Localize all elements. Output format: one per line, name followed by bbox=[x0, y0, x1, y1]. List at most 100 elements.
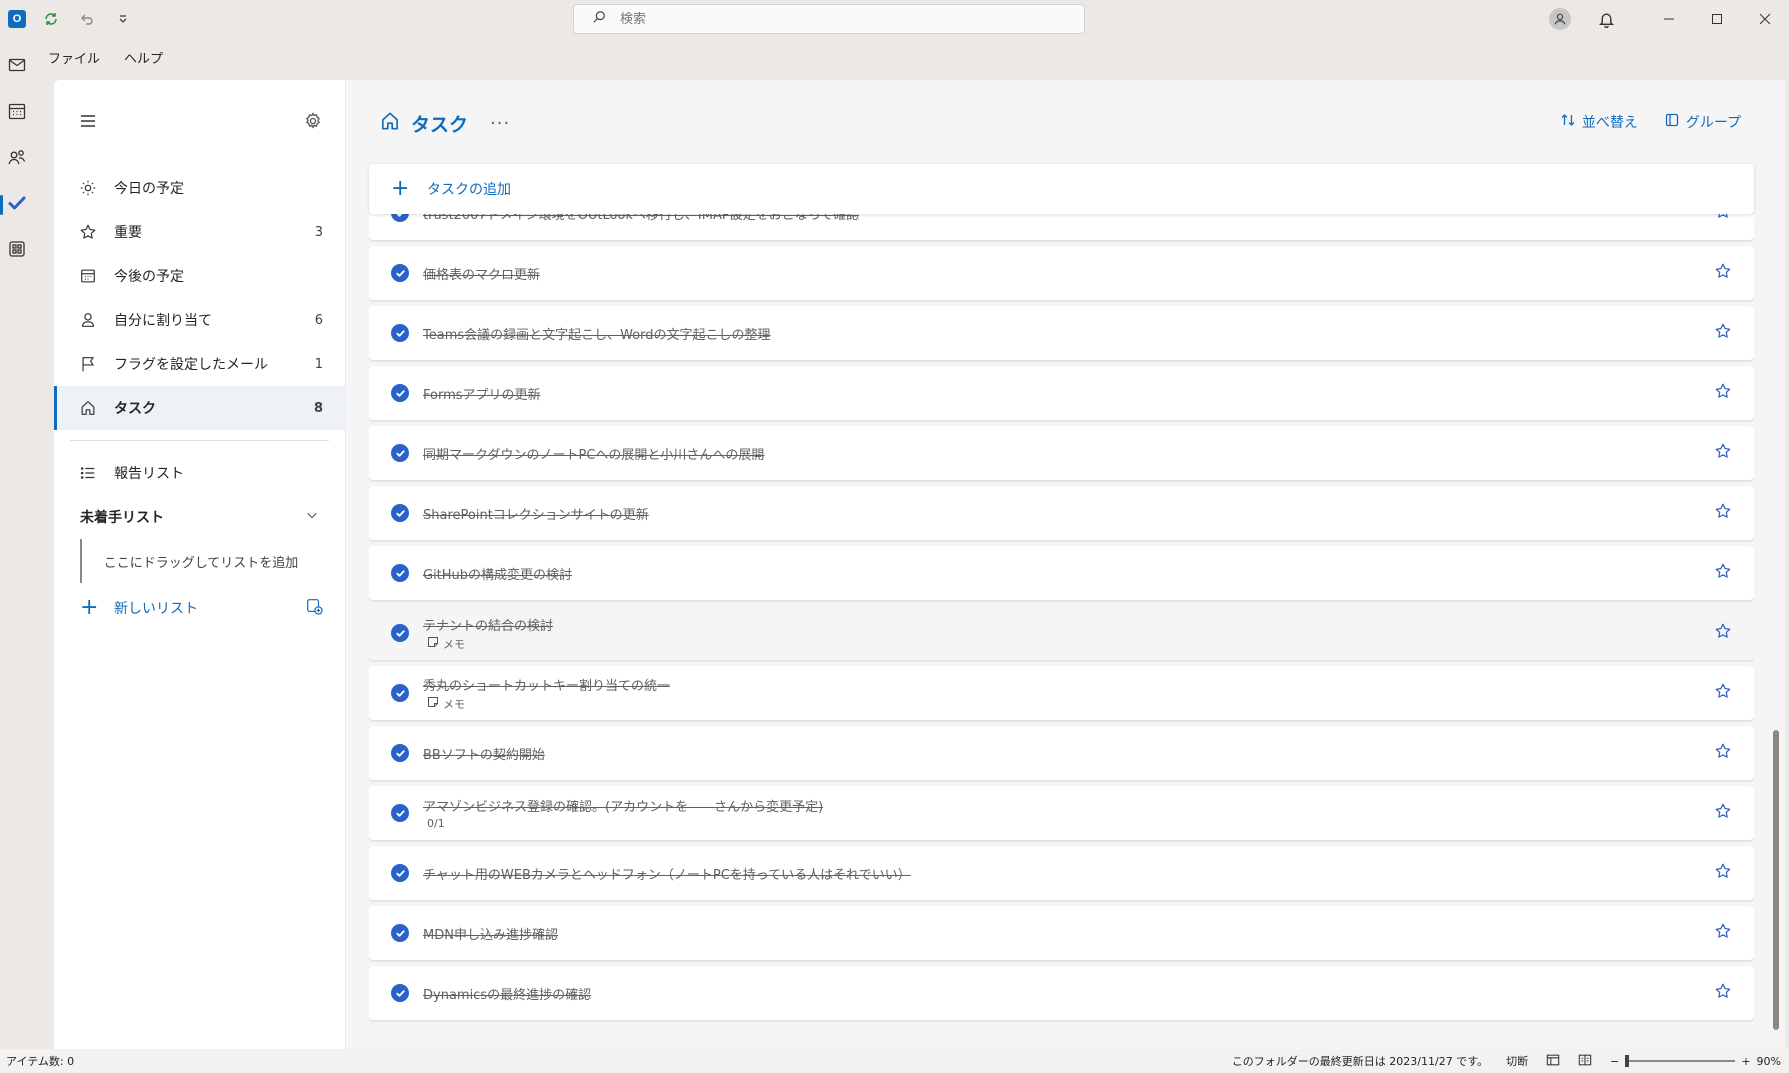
quick-access-dropdown-icon[interactable] bbox=[112, 8, 134, 30]
completed-checkmark-icon[interactable] bbox=[391, 804, 409, 822]
importance-star-icon[interactable] bbox=[1714, 382, 1732, 404]
zoom-out-button[interactable]: − bbox=[1610, 1055, 1619, 1068]
task-row[interactable]: テナントの結合の検討メモ bbox=[369, 606, 1754, 660]
task-meta: メモ bbox=[423, 696, 1714, 712]
completed-checkmark-icon[interactable] bbox=[391, 864, 409, 882]
importance-star-icon[interactable] bbox=[1714, 442, 1732, 464]
task-title: Formsアプリの更新 bbox=[423, 387, 541, 403]
task-row[interactable]: 価格表のマクロ更新 bbox=[369, 246, 1754, 300]
zoom-slider[interactable] bbox=[1625, 1055, 1736, 1067]
completed-checkmark-icon[interactable] bbox=[391, 384, 409, 402]
task-row[interactable]: trust2007ドメイン環境をOUtLookへ移行し、IMAP設定をおこなって… bbox=[369, 214, 1754, 240]
outlook-logo-icon: O bbox=[8, 10, 26, 28]
group-button[interactable]: グループ bbox=[1664, 112, 1741, 132]
settings-gear-icon[interactable] bbox=[303, 111, 323, 135]
task-meta: メモ bbox=[423, 636, 1714, 652]
sidebar-item-report-list[interactable]: 報告リスト bbox=[54, 451, 345, 495]
task-title: BBソフトの契約開始 bbox=[423, 747, 545, 763]
completed-checkmark-icon[interactable] bbox=[391, 324, 409, 342]
add-task-input[interactable]: + タスクの追加 bbox=[369, 164, 1754, 214]
importance-star-icon[interactable] bbox=[1714, 682, 1732, 704]
todo-check-icon bbox=[7, 193, 27, 217]
task-row[interactable]: 同期マークダウンのノートPCへの展開と小川さんへの展開 bbox=[369, 426, 1754, 480]
zoom-slider-thumb[interactable] bbox=[1625, 1055, 1630, 1067]
importance-star-icon[interactable] bbox=[1714, 622, 1732, 644]
new-group-icon[interactable] bbox=[305, 597, 323, 619]
task-title: テナントの結合の検討 bbox=[423, 618, 554, 634]
undo-icon[interactable] bbox=[76, 8, 98, 30]
completed-checkmark-icon[interactable] bbox=[391, 264, 409, 282]
flag-icon bbox=[78, 354, 98, 374]
list-icon bbox=[78, 463, 98, 483]
completed-checkmark-icon[interactable] bbox=[391, 564, 409, 582]
task-row[interactable]: Teams会議の録画と文字起こし、Wordの文字起こしの整理 bbox=[369, 306, 1754, 360]
menu-help[interactable]: ヘルプ bbox=[120, 46, 167, 69]
sidebar-item-flagged[interactable]: フラグを設定したメール 1 bbox=[54, 342, 345, 386]
zoom-in-button[interactable]: + bbox=[1741, 1055, 1750, 1068]
importance-star-icon[interactable] bbox=[1714, 982, 1732, 1004]
sidebar-item-label: 報告リスト bbox=[114, 466, 184, 482]
completed-checkmark-icon[interactable] bbox=[391, 984, 409, 1002]
completed-checkmark-icon[interactable] bbox=[391, 924, 409, 942]
close-window-button[interactable] bbox=[1741, 0, 1789, 38]
completed-checkmark-icon[interactable] bbox=[391, 214, 409, 222]
importance-star-icon[interactable] bbox=[1714, 742, 1732, 764]
rail-apps[interactable] bbox=[0, 228, 34, 274]
normal-view-icon[interactable] bbox=[1546, 1053, 1560, 1070]
completed-checkmark-icon[interactable] bbox=[391, 744, 409, 762]
task-row[interactable]: アマゾンビジネス登録の確認。(アカウントを さんから変更予定) 0/1 bbox=[369, 786, 1754, 840]
list-group-header[interactable]: 未着手リスト bbox=[54, 495, 345, 539]
importance-star-icon[interactable] bbox=[1714, 322, 1732, 344]
task-list[interactable]: trust2007ドメイン環境をOUtLookへ移行し、IMAP設定をおこなって… bbox=[369, 214, 1754, 1034]
sidebar-item-today[interactable]: 今日の予定 bbox=[54, 166, 345, 210]
task-meta-text: メモ bbox=[443, 697, 465, 711]
completed-checkmark-icon[interactable] bbox=[391, 684, 409, 702]
notification-bell-icon[interactable] bbox=[1595, 8, 1617, 30]
task-row[interactable]: 秀丸のショートカットキー割り当ての統一 メモ bbox=[369, 666, 1754, 720]
task-row[interactable]: MDN申し込み進捗確認 bbox=[369, 906, 1754, 960]
sync-icon[interactable] bbox=[40, 8, 62, 30]
hamburger-menu-icon[interactable] bbox=[78, 111, 98, 135]
sidebar-item-planned[interactable]: 今後の予定 bbox=[54, 254, 345, 298]
sidebar-item-important[interactable]: 重要 3 bbox=[54, 210, 345, 254]
importance-star-icon[interactable] bbox=[1714, 502, 1732, 524]
task-row[interactable]: GitHubの構成変更の検討 bbox=[369, 546, 1754, 600]
importance-star-icon[interactable] bbox=[1714, 922, 1732, 944]
maximize-button[interactable] bbox=[1693, 0, 1741, 38]
importance-star-icon[interactable] bbox=[1714, 214, 1732, 224]
sidebar-item-assigned[interactable]: 自分に割り当て 6 bbox=[54, 298, 345, 342]
task-meta: 0/1 bbox=[423, 817, 1714, 830]
importance-star-icon[interactable] bbox=[1714, 862, 1732, 884]
search-box[interactable] bbox=[573, 4, 1085, 34]
completed-checkmark-icon[interactable] bbox=[391, 624, 409, 642]
task-row[interactable]: BBソフトの契約開始 bbox=[369, 726, 1754, 780]
task-title: 価格表のマクロ更新 bbox=[423, 267, 541, 283]
task-row[interactable]: Dynamicsの最終進捗の確認 bbox=[369, 966, 1754, 1020]
task-row[interactable]: チャット用のWEBカメラとヘッドフォン（ノートPCを持っている人はそれでいい） bbox=[369, 846, 1754, 900]
zoom-control[interactable]: − + 90% bbox=[1610, 1055, 1781, 1068]
completed-checkmark-icon[interactable] bbox=[391, 504, 409, 522]
minimize-button[interactable] bbox=[1645, 0, 1693, 38]
importance-star-icon[interactable] bbox=[1714, 802, 1732, 824]
task-row[interactable]: SharePointコレクションサイトの更新 bbox=[369, 486, 1754, 540]
account-avatar-icon[interactable] bbox=[1549, 8, 1571, 30]
new-list-button[interactable]: + 新しいリスト bbox=[54, 585, 345, 631]
more-options-button[interactable]: ··· bbox=[490, 113, 510, 134]
completed-checkmark-icon[interactable] bbox=[391, 444, 409, 462]
importance-star-icon[interactable] bbox=[1714, 262, 1732, 284]
rail-calendar[interactable] bbox=[0, 90, 34, 136]
scrollbar-thumb[interactable] bbox=[1773, 730, 1779, 1030]
menu-file[interactable]: ファイル bbox=[44, 46, 104, 69]
rail-todo[interactable] bbox=[0, 182, 34, 228]
search-input[interactable] bbox=[620, 11, 1020, 27]
rail-people[interactable] bbox=[0, 136, 34, 182]
rail-mail[interactable] bbox=[0, 44, 34, 90]
list-drop-area[interactable]: ここにドラッグしてリストを追加 bbox=[80, 539, 320, 583]
importance-star-icon[interactable] bbox=[1714, 562, 1732, 584]
task-row[interactable]: Formsアプリの更新 bbox=[369, 366, 1754, 420]
reading-view-icon[interactable] bbox=[1578, 1053, 1592, 1070]
sort-button[interactable]: 並べ替え bbox=[1560, 112, 1638, 132]
sidebar-item-tasks[interactable]: タスク 8 bbox=[54, 386, 345, 430]
chevron-down-icon[interactable] bbox=[305, 508, 319, 526]
sidebar-item-label: フラグを設定したメール bbox=[114, 357, 268, 373]
